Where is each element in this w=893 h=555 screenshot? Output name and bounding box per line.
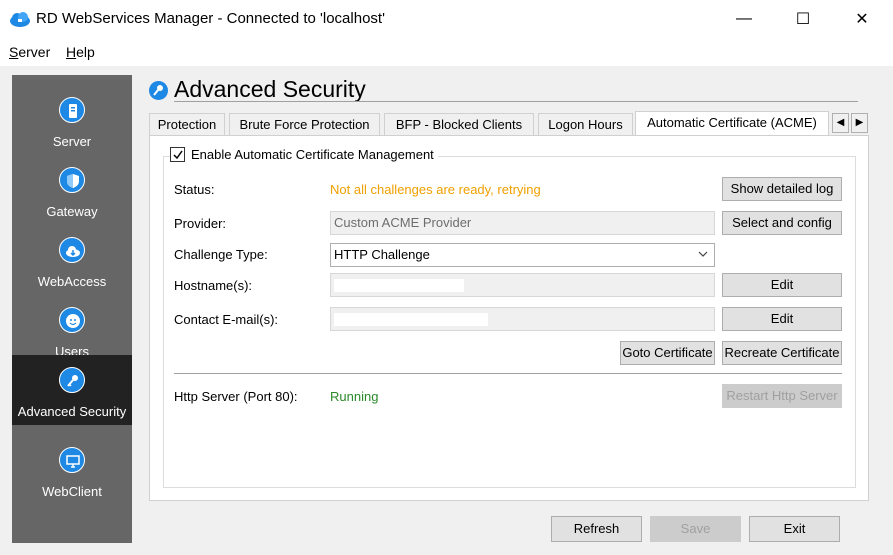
status-value: Not all challenges are ready, retrying	[330, 182, 541, 197]
key-icon	[59, 367, 85, 393]
menu-bar: Server Help	[0, 38, 893, 66]
show-log-button[interactable]: Show detailed log	[722, 177, 842, 201]
title-bar: RD WebServices Manager - Connected to 'l…	[0, 0, 893, 38]
sidebar-item-server[interactable]: Server	[12, 85, 132, 155]
tab-protection[interactable]: Protection	[149, 113, 225, 136]
menu-help-accel: H	[66, 44, 77, 60]
window-title: RD WebServices Manager - Connected to 'l…	[36, 10, 385, 27]
sidebar-item-label: Advanced Security	[17, 404, 127, 419]
status-label: Status:	[174, 182, 215, 197]
sidebar-item-label: WebAccess	[37, 274, 107, 289]
menu-help-label: elp	[76, 44, 95, 60]
tab-brute-force-protection[interactable]: Brute Force Protection	[229, 113, 380, 136]
tab-scroll-right-icon[interactable]: ▶	[851, 113, 868, 133]
sidebar-item-webaccess[interactable]: WebAccess	[12, 225, 132, 295]
cloud-icon	[59, 237, 85, 263]
provider-field: Custom ACME Provider	[330, 211, 715, 235]
sidebar: Server Gateway WebAccess Users Advanced …	[12, 75, 132, 543]
menu-help[interactable]: Help	[66, 44, 95, 60]
enable-acme-row[interactable]: Enable Automatic Certificate Management	[170, 147, 438, 162]
section-divider	[174, 373, 842, 374]
challenge-type-select[interactable]: HTTP Challenge	[330, 243, 715, 267]
challenge-type-value: HTTP Challenge	[334, 247, 430, 262]
sidebar-item-label: Gateway	[46, 204, 98, 219]
tab-logon-hours[interactable]: Logon Hours	[538, 113, 633, 136]
menu-server-label: erver	[18, 44, 51, 60]
chevron-down-icon	[698, 251, 708, 257]
tab-panel: Enable Automatic Certificate Management …	[149, 135, 869, 501]
sidebar-item-label: Server	[52, 134, 92, 149]
tab-scroll-left-icon[interactable]: ◀	[832, 113, 849, 133]
menu-server-accel: S	[9, 44, 19, 60]
maximize-button[interactable]: ☐	[773, 0, 833, 38]
tab-bfp-blocked-clients[interactable]: BFP - Blocked Clients	[384, 113, 534, 136]
page-title: Advanced Security	[174, 76, 366, 102]
sidebar-item-label: WebClient	[42, 484, 102, 499]
close-button[interactable]: ✕	[832, 0, 892, 38]
monitor-icon	[59, 447, 85, 473]
sidebar-item-gateway[interactable]: Gateway	[12, 155, 132, 225]
challenge-type-label: Challenge Type:	[174, 247, 268, 262]
save-button[interactable]: Save	[650, 516, 741, 542]
hostnames-edit-button[interactable]: Edit	[722, 273, 842, 297]
redacted-value	[334, 313, 488, 326]
exit-button[interactable]: Exit	[749, 516, 840, 542]
title-divider	[174, 101, 858, 102]
contact-email-label: Contact E-mail(s):	[174, 312, 279, 327]
hostnames-label: Hostname(s):	[174, 278, 253, 293]
http-server-status: Running	[330, 389, 379, 404]
refresh-button[interactable]: Refresh	[551, 516, 642, 542]
shield-icon	[59, 167, 85, 193]
sidebar-item-advanced-security[interactable]: Advanced Security	[12, 355, 132, 425]
menu-server[interactable]: Server	[9, 44, 50, 60]
http-server-label: Http Server (Port 80):	[174, 389, 298, 404]
enable-acme-checkbox[interactable]	[170, 147, 185, 162]
minimize-button[interactable]: —	[714, 0, 774, 38]
restart-http-server-button[interactable]: Restart Http Server	[722, 384, 842, 408]
email-edit-button[interactable]: Edit	[722, 307, 842, 331]
hostnames-field	[330, 273, 715, 297]
recreate-certificate-button[interactable]: Recreate Certificate	[722, 341, 842, 365]
tab-strip: Protection Brute Force Protection BFP - …	[149, 111, 869, 136]
app-cloud-icon	[10, 12, 30, 27]
server-icon	[59, 97, 85, 123]
sidebar-item-webclient[interactable]: WebClient	[12, 435, 132, 505]
enable-acme-label: Enable Automatic Certificate Management	[191, 147, 434, 162]
tab-automatic-certificate[interactable]: Automatic Certificate (ACME)	[635, 111, 829, 136]
contact-email-field	[330, 307, 715, 331]
provider-label: Provider:	[174, 216, 227, 231]
select-config-button[interactable]: Select and config	[722, 211, 842, 235]
goto-certificate-button[interactable]: Goto Certificate	[620, 341, 715, 365]
users-icon	[59, 307, 85, 333]
key-icon	[149, 81, 168, 100]
redacted-value	[334, 279, 464, 292]
